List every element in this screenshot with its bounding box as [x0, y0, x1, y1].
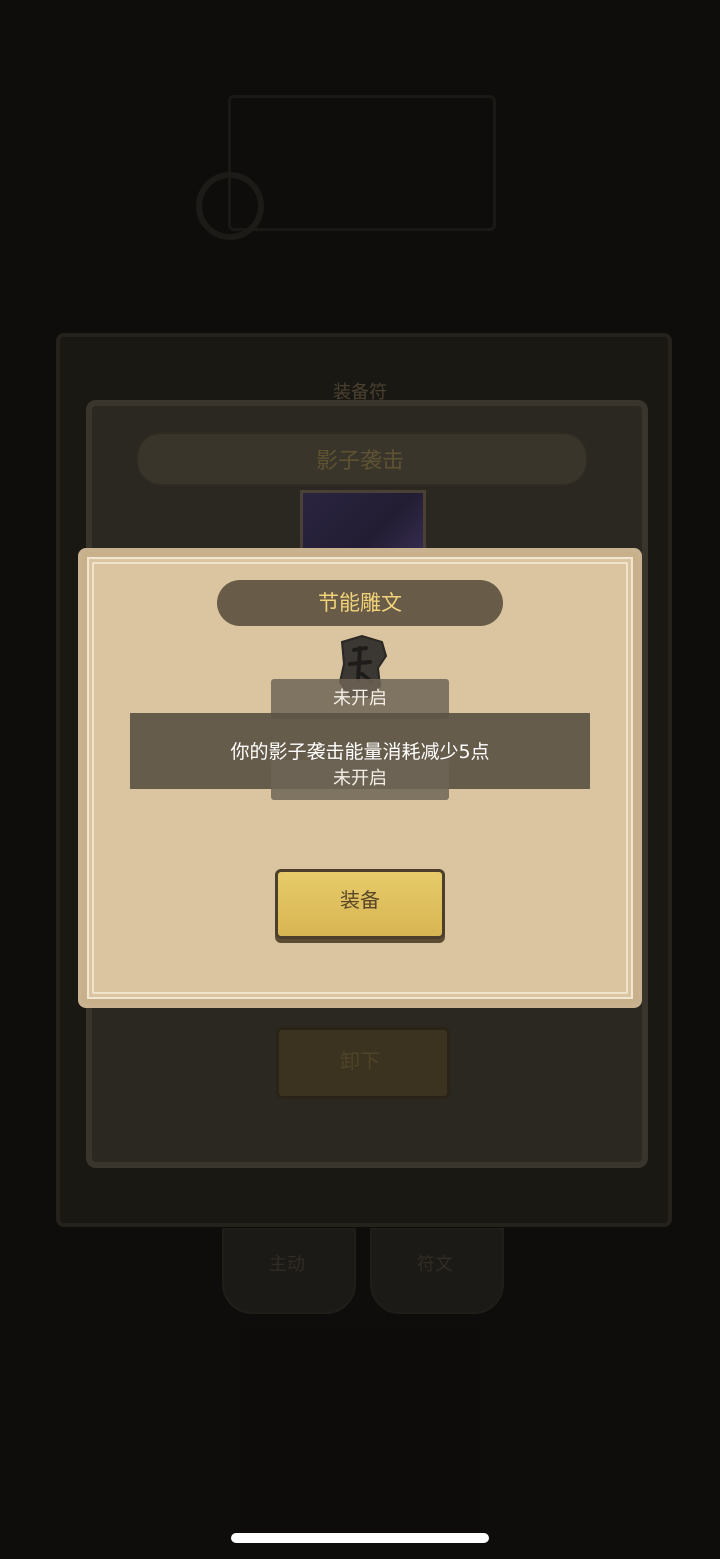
tab-active-label: 主动: [269, 1254, 305, 1275]
background-top-frame: [228, 95, 496, 231]
tab-rune-label: 符文: [417, 1254, 453, 1275]
rune-description: 你的影子袭击能量消耗减少5点: [230, 741, 490, 763]
status-text-bottom: 未开启: [333, 768, 387, 789]
background-character-art: [240, 1330, 480, 1530]
background-ring-icon: [196, 172, 264, 240]
status-text-top: 未开启: [333, 688, 387, 709]
equip-button-label: 装备: [340, 888, 380, 912]
unequip-button-label: 卸下: [340, 1049, 380, 1073]
rune-title: 节能雕文: [318, 591, 402, 615]
skill-name: 影子袭击: [315, 449, 404, 474]
home-indicator[interactable]: [231, 1533, 489, 1543]
